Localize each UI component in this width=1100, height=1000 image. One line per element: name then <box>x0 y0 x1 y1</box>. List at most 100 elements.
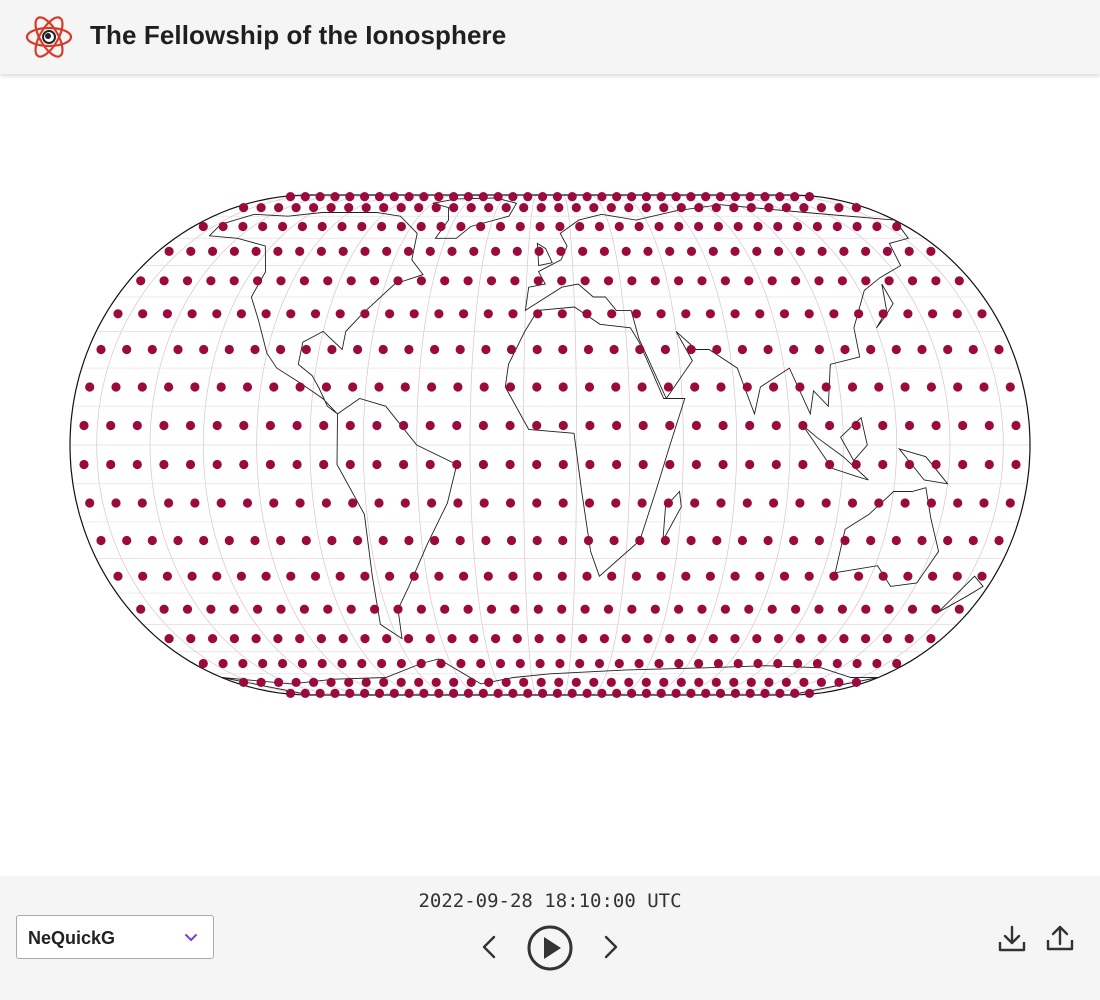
station-marker[interactable] <box>463 688 473 698</box>
station-marker[interactable] <box>812 658 823 669</box>
station-marker[interactable] <box>557 309 567 319</box>
station-marker[interactable] <box>943 344 953 355</box>
station-marker[interactable] <box>508 688 518 698</box>
station-marker[interactable] <box>907 276 918 286</box>
station-marker[interactable] <box>218 658 228 669</box>
station-marker[interactable] <box>238 221 248 232</box>
station-marker[interactable] <box>106 420 116 431</box>
station-marker[interactable] <box>208 634 218 644</box>
station-marker[interactable] <box>671 192 681 202</box>
station-marker[interactable] <box>533 276 543 286</box>
station-marker[interactable] <box>634 658 644 669</box>
station-marker[interactable] <box>425 634 435 644</box>
station-marker[interactable] <box>790 192 800 202</box>
station-marker[interactable] <box>315 688 325 698</box>
station-marker[interactable] <box>495 658 506 669</box>
station-marker[interactable] <box>299 604 309 614</box>
station-marker[interactable] <box>323 604 333 614</box>
station-marker[interactable] <box>399 420 409 431</box>
station-marker[interactable] <box>269 498 279 508</box>
station-marker[interactable] <box>393 276 403 286</box>
station-marker[interactable] <box>533 571 543 581</box>
station-marker[interactable] <box>515 658 525 669</box>
station-marker[interactable] <box>479 498 489 508</box>
station-marker[interactable] <box>501 203 511 213</box>
station-marker[interactable] <box>752 634 762 644</box>
station-marker[interactable] <box>404 344 414 355</box>
station-marker[interactable] <box>430 344 440 355</box>
station-marker[interactable] <box>832 658 842 669</box>
station-marker[interactable] <box>360 634 370 644</box>
station-marker[interactable] <box>584 498 595 508</box>
station-marker[interactable] <box>253 276 263 286</box>
station-marker[interactable] <box>686 634 697 644</box>
station-marker[interactable] <box>656 571 666 581</box>
station-marker[interactable] <box>627 688 637 698</box>
station-marker[interactable] <box>111 382 121 392</box>
station-marker[interactable] <box>159 459 169 470</box>
station-marker[interactable] <box>374 192 385 202</box>
station-marker[interactable] <box>453 498 463 508</box>
station-marker[interactable] <box>261 571 271 581</box>
station-marker[interactable] <box>533 309 543 319</box>
station-marker[interactable] <box>538 192 548 202</box>
station-marker[interactable] <box>697 604 707 614</box>
station-marker[interactable] <box>344 677 354 687</box>
station-marker[interactable] <box>582 192 592 202</box>
map-canvas[interactable] <box>60 185 1040 705</box>
station-marker[interactable] <box>745 459 755 470</box>
chevron-left-icon[interactable] <box>478 934 502 960</box>
station-marker[interactable] <box>582 688 592 698</box>
station-marker[interactable] <box>173 535 183 546</box>
station-marker[interactable] <box>519 677 529 687</box>
station-marker[interactable] <box>372 459 382 470</box>
station-marker[interactable] <box>716 498 726 508</box>
station-marker[interactable] <box>491 246 501 256</box>
station-marker[interactable] <box>276 604 286 614</box>
station-marker[interactable] <box>931 420 941 431</box>
station-marker[interactable] <box>716 382 726 392</box>
station-marker[interactable] <box>436 221 446 232</box>
station-marker[interactable] <box>459 309 469 319</box>
station-marker[interactable] <box>483 571 493 581</box>
station-marker[interactable] <box>338 634 348 644</box>
station-marker[interactable] <box>839 634 849 644</box>
station-marker[interactable] <box>242 382 253 392</box>
station-marker[interactable] <box>730 246 740 256</box>
station-marker[interactable] <box>360 309 370 319</box>
station-marker[interactable] <box>840 535 850 546</box>
station-marker[interactable] <box>634 221 644 232</box>
station-marker[interactable] <box>374 382 384 392</box>
station-marker[interactable] <box>414 677 424 687</box>
station-marker[interactable] <box>449 203 459 213</box>
station-marker[interactable] <box>416 604 426 614</box>
station-marker[interactable] <box>730 688 741 698</box>
station-marker[interactable] <box>508 192 518 202</box>
station-marker[interactable] <box>729 203 739 213</box>
station-marker[interactable] <box>261 309 271 319</box>
station-marker[interactable] <box>274 203 284 213</box>
station-marker[interactable] <box>790 688 800 698</box>
station-marker[interactable] <box>812 221 823 232</box>
station-marker[interactable] <box>585 459 595 470</box>
station-marker[interactable] <box>764 203 774 213</box>
station-marker[interactable] <box>400 382 410 392</box>
station-marker[interactable] <box>447 634 457 644</box>
station-marker[interactable] <box>763 535 773 546</box>
station-marker[interactable] <box>837 276 848 286</box>
model-select[interactable]: NeQuickG <box>16 915 214 959</box>
station-marker[interactable] <box>276 344 286 355</box>
station-marker[interactable] <box>299 276 309 286</box>
station-marker[interactable] <box>799 677 809 687</box>
station-marker[interactable] <box>904 459 915 470</box>
station-marker[interactable] <box>348 498 358 508</box>
station-marker[interactable] <box>327 344 337 355</box>
station-marker[interactable] <box>85 498 95 508</box>
station-marker[interactable] <box>660 535 671 546</box>
station-marker[interactable] <box>767 276 777 286</box>
station-marker[interactable] <box>903 309 913 319</box>
station-marker[interactable] <box>730 309 740 319</box>
station-marker[interactable] <box>389 688 399 698</box>
station-marker[interactable] <box>396 203 406 213</box>
station-marker[interactable] <box>370 276 380 286</box>
